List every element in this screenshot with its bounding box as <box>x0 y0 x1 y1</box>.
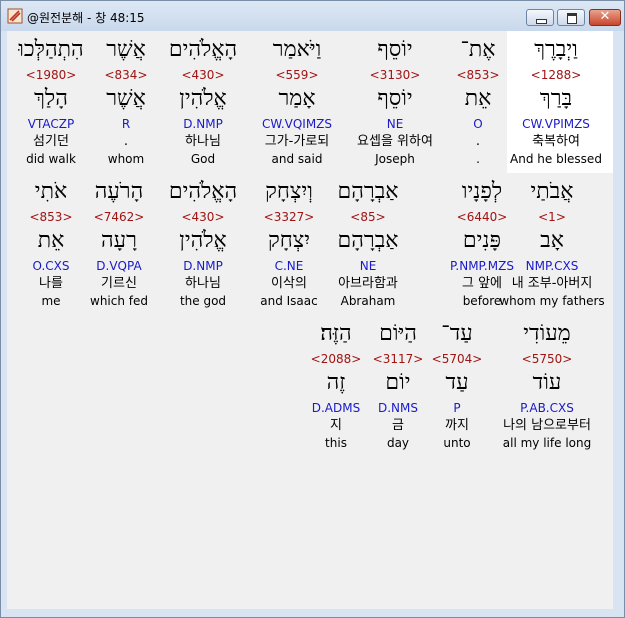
lexical-form: הָלַךְ <box>34 86 68 111</box>
title-bar[interactable]: @원전분해 - 창 48:15 ✕ <box>1 1 624 31</box>
hebrew-word: לְפָנָיו <box>461 179 503 204</box>
hebrew-word: הַזֶּה׃ <box>320 321 352 346</box>
korean-gloss: 섬기던 <box>33 134 69 149</box>
english-gloss: and said <box>271 152 323 166</box>
morphology-code: O.CXS <box>32 259 70 273</box>
window-title: @원전분해 - 창 48:15 <box>27 11 145 25</box>
morphology-code: P.NMP.MZS <box>450 259 514 273</box>
korean-gloss: 지 <box>330 418 342 433</box>
window-border-bottom <box>1 609 624 617</box>
english-gloss: this <box>325 436 347 450</box>
strong-number[interactable]: <3130> <box>340 67 450 83</box>
hebrew-word: וַיֹּאמַר <box>272 37 322 62</box>
maximize-button[interactable] <box>557 9 585 26</box>
lexical-form: אָמַר <box>278 86 316 111</box>
morphology-code: CW.VQIMZS <box>261 117 333 131</box>
strong-number[interactable]: <853> <box>0 209 106 225</box>
lexical-form: אֵת <box>37 228 65 253</box>
hebrew-word: הִתְהַלְּכוּ <box>18 37 84 62</box>
english-gloss: did walk <box>26 152 76 166</box>
korean-gloss: 그가-가로되 <box>264 134 330 149</box>
word-column[interactable]: הִתְהַלְּכוּ <1980> הָלַךְ VTACZP 섬기던 did wal… <box>0 33 106 167</box>
close-icon: ✕ <box>599 9 611 24</box>
strong-number[interactable]: <1980> <box>0 67 106 83</box>
english-gloss: me <box>41 294 61 308</box>
korean-gloss: 나를 <box>39 276 63 291</box>
korean-gloss: 그 앞에 <box>461 276 502 291</box>
window-border-right <box>613 31 624 609</box>
strong-number[interactable]: <6440> <box>427 209 537 225</box>
morphology-code: VTACZP <box>27 117 75 131</box>
word-column[interactable]: וַיֹּאמַר <559> אָמַר CW.VQIMZS 그가-가로되 and sa… <box>242 33 352 167</box>
word-column[interactable]: אֹתִי <853> אֵת O.CXS 나를 me <box>0 175 106 309</box>
lexical-form: זֶה <box>326 370 346 395</box>
hebrew-word: אֹתִי <box>34 179 68 204</box>
english-gloss: before <box>462 294 502 308</box>
morphology-code: D.ADMS <box>311 401 361 415</box>
word-column[interactable]: יוֹסֵף <3130> יוֹסֵף NE 요셉을 위하여 Joseph <box>340 33 450 167</box>
close-button[interactable]: ✕ <box>589 9 621 26</box>
app-window: @원전분해 - 창 48:15 ✕ וַיְבָרֶךְ <1288> בָּרַך… <box>0 0 625 618</box>
word-column[interactable]: הַזֶּה׃ <2088> זֶה D.ADMS 지 this <box>281 317 391 451</box>
app-icon <box>7 8 23 24</box>
hebrew-word: יוֹסֵף <box>377 37 413 62</box>
morphology-code: NE <box>386 117 404 131</box>
english-gloss: Joseph <box>375 152 415 166</box>
strong-number[interactable]: <2088> <box>281 351 391 367</box>
strong-number[interactable]: <559> <box>242 67 352 83</box>
word-column[interactable]: לְפָנָיו <6440> פָּנִים P.NMP.MZS 그 앞에 before <box>427 175 537 309</box>
interlinear-panel: וַיְבָרֶךְ <1288> בָּרַךְ CW.VPIMZS 축복하여 And … <box>7 31 613 609</box>
minimize-button[interactable] <box>526 9 554 26</box>
lexical-form: יוֹסֵף <box>377 86 413 111</box>
lexical-form: פָּנִים <box>462 228 502 253</box>
korean-gloss: 요셉을 위하여 <box>357 134 433 149</box>
